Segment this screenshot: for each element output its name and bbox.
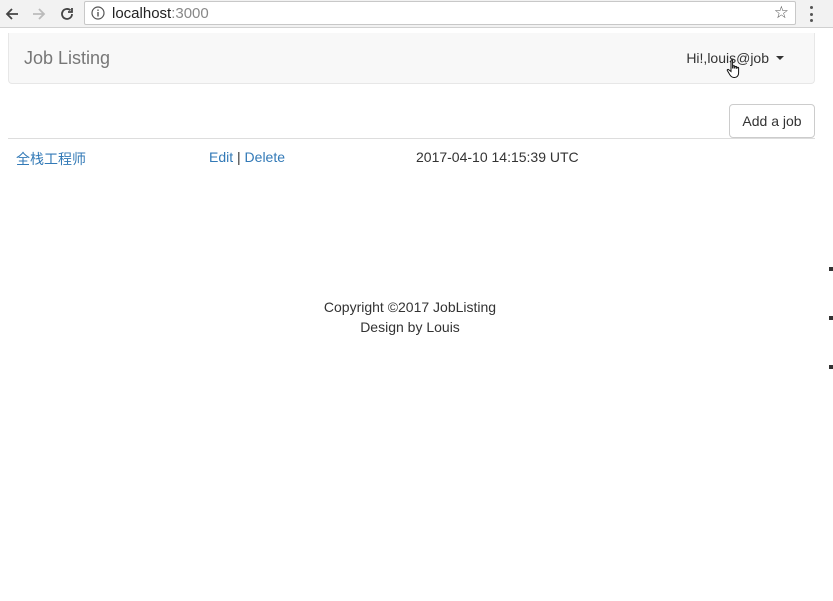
forward-button[interactable] (27, 2, 51, 26)
address-bar[interactable]: localhost:3000 ☆ (84, 1, 796, 25)
job-actions: Edit | Delete (209, 149, 285, 165)
browser-toolbar: localhost:3000 ☆ (0, 0, 833, 28)
edit-link[interactable]: Edit (209, 149, 233, 165)
reload-button[interactable] (55, 2, 79, 26)
add-job-button[interactable]: Add a job (729, 104, 815, 138)
address-url: localhost:3000 (112, 5, 209, 22)
navbar: Job Listing Hi!,louis@job (8, 33, 815, 84)
hand-cursor-icon (726, 59, 740, 78)
back-button[interactable] (0, 2, 24, 26)
delete-link[interactable]: Delete (245, 149, 285, 165)
forward-arrow-icon (33, 8, 46, 20)
menu-dots-icon[interactable] (804, 4, 818, 24)
table-row: 全栈工程师 Edit | Delete 2017-04-10 14:15:39 … (8, 139, 815, 175)
footer-copyright: Copyright ©2017 JobListing (323, 299, 497, 315)
brand-link[interactable]: Job Listing (24, 48, 110, 69)
footer: Copyright ©2017 JobListing Design by Lou… (0, 297, 820, 337)
star-icon[interactable]: ☆ (774, 4, 789, 22)
window-edge (827, 28, 833, 601)
action-separator: | (237, 149, 241, 165)
job-title-link[interactable]: 全栈工程师 (16, 149, 86, 169)
footer-credit: Design by Louis (360, 319, 460, 335)
job-created-at: 2017-04-10 14:15:39 UTC (416, 149, 579, 165)
back-arrow-icon (5, 8, 18, 20)
info-icon[interactable] (91, 6, 105, 20)
reload-icon (61, 8, 73, 20)
caret-down-icon (776, 56, 784, 60)
